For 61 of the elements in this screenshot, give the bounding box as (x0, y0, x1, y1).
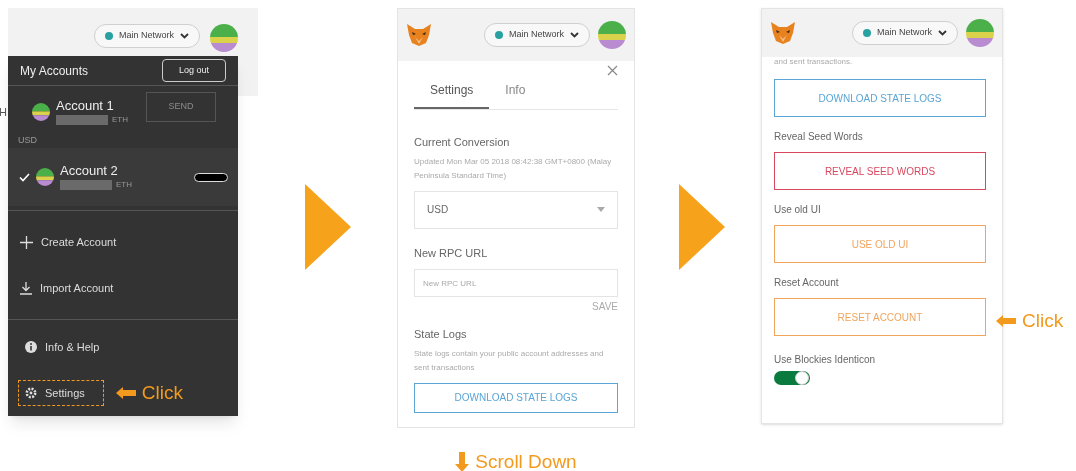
toggle-switch[interactable] (774, 371, 810, 385)
network-selector[interactable]: Main Network (94, 24, 200, 48)
tab[interactable]: Info (489, 77, 542, 109)
arrow-left-icon (115, 387, 136, 399)
section-label: Reset Account (774, 276, 840, 290)
network-name: Main Network (877, 26, 932, 40)
redacted-balance (56, 115, 108, 125)
section-label: Current Conversion (414, 135, 511, 150)
network-selector[interactable]: Main Network (852, 21, 958, 45)
section-label: State Logs (414, 327, 468, 342)
menu-title: My Accounts (20, 62, 89, 80)
account-name: Account 1 (56, 98, 115, 114)
callout-text: Click (1022, 309, 1064, 333)
chevron-down-icon (180, 32, 189, 39)
arrow-left-icon (996, 315, 1016, 328)
faded-currency: USD (18, 134, 37, 147)
settings-icon (25, 387, 37, 399)
network-selector[interactable]: Main Network (484, 23, 590, 47)
currency-select[interactable]: USD (414, 190, 618, 229)
section-label: Reveal Seed Words (774, 130, 864, 144)
menu-item[interactable]: Import Account (8, 265, 238, 311)
menu-item[interactable]: Info & Help (18, 333, 119, 361)
callout-text: Click (141, 380, 183, 405)
rpc-url-field[interactable]: New RPC URL (414, 269, 618, 297)
menu-item[interactable]: Settings (18, 379, 104, 407)
close-icon[interactable] (607, 65, 618, 76)
arrow-down-icon (455, 452, 470, 471)
account-item[interactable]: Account 1 ETH (8, 90, 138, 134)
description-text: and sent transactions. (774, 57, 854, 67)
fox-logo-icon (770, 21, 796, 45)
update-time-text: Updated Mon Mar 05 2018 08:42:38 GMT+0800 (Malay Peninsula Standard Time) (414, 155, 613, 182)
step-arrow-icon (679, 184, 725, 270)
section-label: Use Blockies Identicon (774, 353, 877, 367)
settings-action-button[interactable]: REVEAL SEED WORDS (774, 152, 986, 190)
description-text: State logs contain your public account addresses and sent transactions (414, 347, 605, 374)
caret-icon (597, 207, 605, 212)
balance-unit: ETH (112, 114, 128, 126)
avatar-icon[interactable] (32, 103, 50, 121)
chevron-down-icon (938, 30, 947, 36)
fox-logo-icon (406, 23, 432, 47)
section-label: New RPC URL (414, 245, 489, 261)
account-name: Account 2 (60, 163, 119, 179)
info-icon (25, 341, 37, 353)
network-name: Main Network (119, 29, 174, 42)
section-label: Use old UI (774, 203, 822, 217)
plus-icon (20, 235, 33, 249)
cut-off-text: H (0, 105, 7, 120)
menu-item[interactable]: Create Account (8, 219, 238, 265)
checkmark-icon (18, 172, 30, 182)
avatar-icon[interactable] (36, 168, 54, 186)
step-arrow-icon (305, 184, 351, 270)
download-icon (20, 281, 32, 295)
redacted-balance (60, 180, 112, 190)
callout-text: Scroll Down (475, 450, 577, 471)
balance-unit: ETH (116, 179, 132, 191)
logout-button[interactable]: Log out (161, 58, 226, 83)
imported-badge (194, 172, 228, 182)
account-item[interactable]: Account 2 ETH (8, 148, 238, 206)
network-name: Main Network (509, 28, 564, 42)
chevron-down-icon (570, 32, 579, 38)
tab[interactable]: Settings (414, 77, 490, 109)
